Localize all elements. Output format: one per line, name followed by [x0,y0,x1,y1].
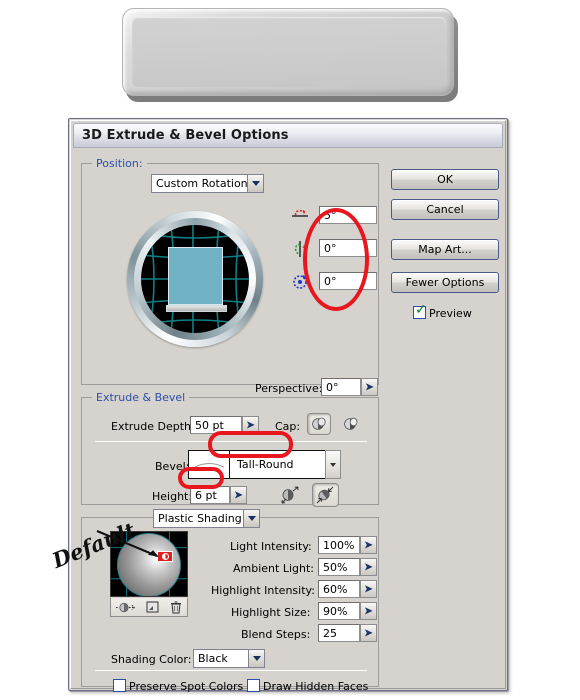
bevel-height-label: Height: [152,490,193,503]
bevel-extent-in-icon [316,486,334,504]
new-light-icon[interactable] [145,600,160,614]
blend-steps-label: Blend Steps: [241,628,311,641]
position-preset-value: Custom Rotation [151,174,247,193]
surface-shading-value: Plastic Shading [153,509,243,528]
shading-color-label: Shading Color: [111,653,192,666]
dialog-body: Position: Custom Rotation 5° 0° 0° Persp… [73,149,503,693]
bevel-thumbnail [189,451,230,478]
perspective-stepper[interactable]: ➤ [361,378,378,396]
blend-steps-stepper[interactable]: ➤ [360,624,377,642]
preview-checkbox[interactable]: ✓ [413,302,427,319]
light-toolbar [110,598,188,617]
draw-hidden-faces-checkbox[interactable] [247,679,260,692]
shading-color-combo[interactable]: Black [193,649,265,668]
highlight-intensity-input[interactable]: 60% [318,580,360,598]
ok-button[interactable]: OK [391,169,499,190]
artwork-bevel-body [122,8,454,96]
preserve-spot-colors-label: Preserve Spot Colors [129,680,244,693]
extrude-bevel-group-label: Extrude & Bevel [92,391,190,404]
preview-label: Preview [429,307,472,320]
move-light-back-icon[interactable] [115,601,136,614]
cap-solid-icon [311,417,326,430]
trackball-cube-base [166,305,227,312]
trackball-cube-face [168,247,223,305]
bevel-dropdown-arrow[interactable] [325,450,341,479]
position-group-label: Position: [92,157,147,170]
artwork-front-face [132,17,446,87]
rotate-y-axis-icon [294,241,306,257]
bevel-combo[interactable]: Tall-Round [188,450,332,479]
rotate-z-axis-icon [293,275,307,289]
bevel-profile-icon [194,463,225,468]
ambient-light-stepper[interactable]: ➤ [360,558,377,576]
surface-shading-combo[interactable]: Plastic Shading [153,509,260,528]
cap-solid-button[interactable] [307,413,331,435]
extrude-depth-label: Extrude Depth: [111,420,195,433]
highlight-size-label: Highlight Size: [231,606,311,619]
perspective-input[interactable]: 0° [321,378,361,396]
position-preset-combo[interactable]: Custom Rotation [151,174,264,193]
bevel-extent-out-icon [281,486,298,504]
bevel-label: Bevel: [155,460,190,473]
draw-hidden-faces-label: Draw Hidden Faces [263,680,369,693]
blend-steps-input[interactable]: 25 [318,624,360,642]
dialog-titlebar: 3D Extrude & Bevel Options [73,123,503,148]
rotation-y-input[interactable]: 0° [319,239,377,257]
chevron-down-icon[interactable] [248,649,265,668]
map-art-button[interactable]: Map Art... [391,239,499,260]
chevron-down-icon[interactable] [247,174,264,193]
light-intensity-stepper[interactable]: ➤ [360,536,377,554]
cap-hollow-button[interactable] [339,413,363,435]
check-icon: ✓ [415,302,427,318]
rotation-z-input[interactable]: 0° [319,272,377,290]
light-intensity-label: Light Intensity: [230,540,312,553]
extrude-divider [95,441,367,442]
shading-color-value: Black [193,649,248,668]
rotation-x-input[interactable]: 5° [319,206,377,224]
annotation-arrow-to-light [96,530,159,557]
preserve-spot-colors-checkbox[interactable] [113,679,126,692]
light-intensity-input[interactable]: 100% [318,536,360,554]
trackball-scene[interactable] [141,225,249,333]
highlight-size-input[interactable]: 90% [318,602,360,620]
bevel-value: Tall-Round [237,458,294,471]
highlight-size-stepper[interactable]: ➤ [360,602,377,620]
dialog-title: 3D Extrude & Bevel Options [82,128,289,143]
ambient-light-input[interactable]: 50% [318,558,360,576]
position-trackball-widget[interactable] [109,211,281,351]
artwork-preview [122,8,458,102]
extrude-bevel-dialog: 3D Extrude & Bevel Options Position: Cus… [68,118,508,693]
bevel-extent-out-button[interactable] [278,483,302,505]
bevel-height-stepper[interactable]: ➤ [230,486,247,504]
bevel-extent-in-button[interactable] [312,483,339,507]
highlight-intensity-stepper[interactable]: ➤ [360,580,377,598]
perspective-label: Perspective: [255,382,323,395]
cap-hollow-icon [343,417,357,430]
surface-divider [95,670,367,671]
highlight-intensity-label: Highlight Intensity: [211,584,315,597]
bevel-height-input[interactable]: 6 pt [190,486,230,504]
fewer-options-button[interactable]: Fewer Options [391,272,499,293]
delete-light-icon[interactable] [169,600,183,615]
dialog-inner-frame: 3D Extrude & Bevel Options Position: Cus… [70,120,506,693]
rotate-x-axis-icon [292,209,308,217]
chevron-down-icon[interactable] [243,509,260,528]
extrude-depth-stepper[interactable]: ➤ [242,416,259,434]
cancel-button[interactable]: Cancel [391,199,499,220]
extrude-depth-input[interactable]: 50 pt [190,416,242,434]
cap-label: Cap: [275,420,301,433]
ambient-light-label: Ambient Light: [233,562,314,575]
